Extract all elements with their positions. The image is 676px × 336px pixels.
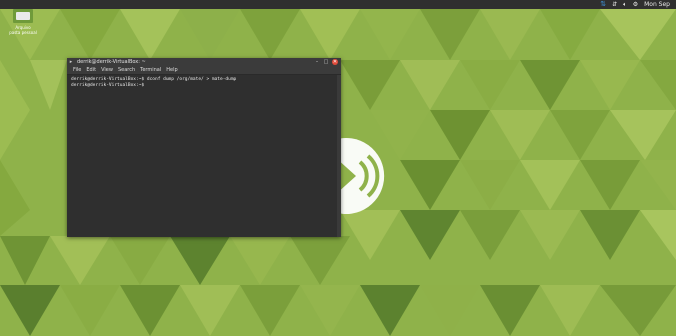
desktop-icon-label-2: pasta pessoal: [9, 30, 37, 35]
menu-file[interactable]: File: [73, 67, 81, 73]
menu-search[interactable]: Search: [118, 67, 135, 73]
window-title: derrik@derrik-VirtualBox: ~: [77, 59, 146, 65]
terminal-titlebar[interactable]: ▸ derrik@derrik-VirtualBox: ~ – □ ✕: [67, 58, 341, 66]
top-panel: ⇅ ⇵ 🔈︎ ⚙ Mon Sep: [0, 0, 676, 9]
terminal-scrollbar[interactable]: [337, 75, 341, 237]
power-icon[interactable]: ⚙: [633, 0, 638, 9]
terminal-window[interactable]: ▸ derrik@derrik-VirtualBox: ~ – □ ✕ File…: [67, 58, 341, 237]
minimize-icon[interactable]: –: [314, 59, 320, 65]
terminal-line: derrik@derrik-VirtualBox:~$: [71, 83, 147, 88]
menu-help[interactable]: Help: [166, 67, 177, 73]
close-icon[interactable]: ✕: [332, 59, 338, 65]
clock[interactable]: Mon Sep: [644, 0, 670, 9]
network-icon[interactable]: ⇅: [600, 0, 606, 9]
terminal-icon: ▸: [69, 59, 73, 65]
maximize-icon[interactable]: □: [323, 59, 329, 65]
terminal-menubar: File Edit View Search Terminal Help: [67, 66, 341, 75]
sync-icon[interactable]: ⇵: [612, 0, 617, 9]
folder-icon: [13, 9, 33, 23]
menu-edit[interactable]: Edit: [86, 67, 96, 73]
system-tray: ⇅ ⇵ 🔈︎ ⚙ Mon Sep: [600, 0, 670, 9]
volume-icon[interactable]: 🔈︎: [623, 0, 627, 9]
terminal-output[interactable]: derrik@derrik-VirtualBox:~$ dconf dump /…: [67, 75, 341, 237]
menu-terminal[interactable]: Terminal: [140, 67, 161, 73]
menu-view[interactable]: View: [101, 67, 113, 73]
desktop-icon-home-folder[interactable]: Arquivo pasta pessoal: [4, 9, 42, 35]
desktop: ⇅ ⇵ 🔈︎ ⚙ Mon Sep Arquivo pasta pessoal ▸…: [0, 0, 676, 336]
